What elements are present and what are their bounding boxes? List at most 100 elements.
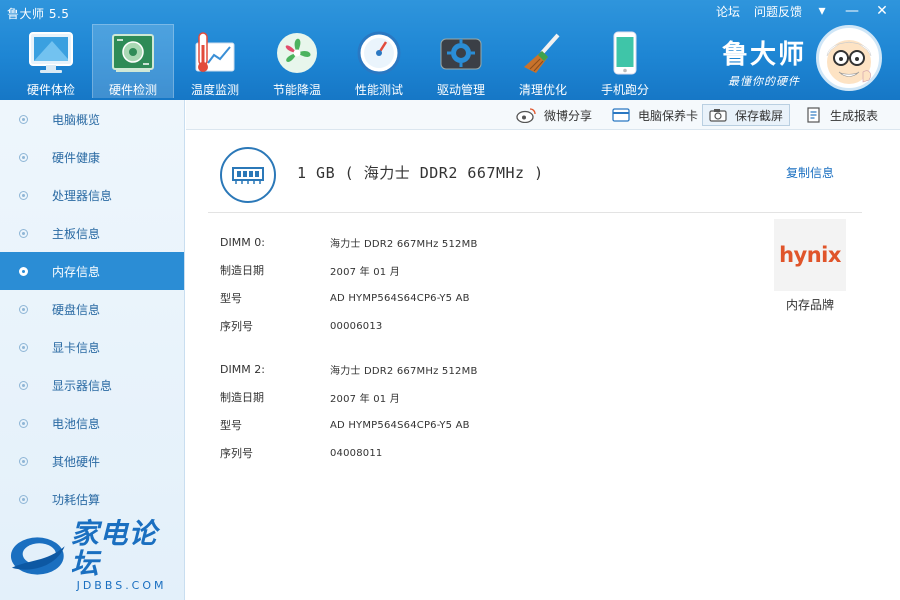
generate-report-label: 生成报表 <box>830 108 879 123</box>
sidebar-item-pc-overview[interactable]: 电脑概览 <box>0 100 184 138</box>
tool-label: 节能降温 <box>272 83 321 97</box>
tool-label: 驱动管理 <box>436 83 485 97</box>
menu-dropdown-button[interactable]: ▾ <box>814 3 830 19</box>
minimize-button[interactable]: — <box>844 3 860 19</box>
watermark-logo: 家电论坛 JDBBS.COM <box>8 519 184 592</box>
forum-link[interactable]: 论坛 <box>716 3 740 20</box>
sidebar-item-cpu[interactable]: 处理器信息 <box>0 176 184 214</box>
module-serial-row: 序列号 04008011 <box>220 445 383 461</box>
sidebar-item-disk[interactable]: 硬盘信息 <box>0 290 184 328</box>
module-serial-row: 序列号 00006013 <box>220 318 383 334</box>
watermark-title: 家电论坛 <box>70 517 158 580</box>
field-value: 海力士 DDR2 667MHz 512MB <box>330 365 478 377</box>
sidebar-item-label: 功耗估算 <box>52 492 101 507</box>
sidebar-item-label: 显示器信息 <box>52 378 113 393</box>
tool-hardware-checkup[interactable]: 硬件体检 <box>10 24 92 98</box>
field-label: 序列号 <box>220 320 253 333</box>
gear-icon <box>436 28 486 77</box>
tool-label: 硬件体检 <box>26 83 75 97</box>
sidebar-item-power-estimate[interactable]: 功耗估算 <box>0 480 184 518</box>
sidebar-item-label: 显卡信息 <box>52 340 101 355</box>
module-model-row: 型号 AD HYMP564S64CP6-Y5 AB <box>220 417 470 433</box>
window-controls: ▾ — ✕ <box>814 3 890 19</box>
hynix-logo: hynix <box>779 243 841 267</box>
field-value: 04008011 <box>330 447 383 459</box>
tool-label: 清理优化 <box>518 83 567 97</box>
tool-phone-benchmark[interactable]: 手机跑分 <box>584 24 666 98</box>
sidebar-item-monitor[interactable]: 显示器信息 <box>0 366 184 404</box>
module-date-row: 制造日期 2007 年 01 月 <box>220 389 400 405</box>
sidebar-item-other-hardware[interactable]: 其他硬件 <box>0 442 184 480</box>
bullet-icon <box>19 228 28 238</box>
bullet-icon <box>19 266 28 276</box>
field-value: AD HYMP564S64CP6-Y5 AB <box>330 292 470 304</box>
bullet-icon <box>19 342 28 352</box>
module-dimm-row: DIMM 2: 海力士 DDR2 667MHz 512MB <box>220 361 478 377</box>
bullet-icon <box>19 418 28 428</box>
brand-slogan: 最懂你的硬件 <box>727 75 800 88</box>
weibo-share-button[interactable]: 微博分享 <box>510 104 598 126</box>
field-value: 2007 年 01 月 <box>330 393 400 405</box>
sidebar-item-label: 电脑概览 <box>52 112 101 127</box>
save-screenshot-button[interactable]: 保存截屏 <box>702 104 791 126</box>
action-toolbar: 微博分享 电脑保养卡 保存截屏 生成报表 <box>186 100 900 130</box>
sidebar: 电脑概览 硬件健康 处理器信息 主板信息 内存信息 硬盘信息 显卡信息 显示器信… <box>0 100 185 600</box>
field-value: 00006013 <box>330 320 383 332</box>
field-label: DIMM 0: <box>220 235 265 249</box>
sidebar-item-graphics[interactable]: 显卡信息 <box>0 328 184 366</box>
field-label: 制造日期 <box>220 391 264 404</box>
field-label: 制造日期 <box>220 264 264 277</box>
field-label: 序列号 <box>220 447 253 460</box>
tool-driver-manage[interactable]: 驱动管理 <box>420 24 502 98</box>
camera-icon <box>709 109 727 122</box>
save-screenshot-label: 保存截屏 <box>735 108 784 123</box>
tool-energy-saving[interactable]: 节能降温 <box>256 24 338 98</box>
thermometer-icon <box>190 28 240 77</box>
feedback-link[interactable]: 问题反馈 <box>754 3 802 20</box>
field-value: 海力士 DDR2 667MHz 512MB <box>330 238 478 250</box>
phone-icon <box>600 28 650 77</box>
weibo-icon <box>516 108 536 123</box>
bullet-icon <box>19 190 28 200</box>
module-date-row: 制造日期 2007 年 01 月 <box>220 262 400 278</box>
mascot-avatar <box>816 25 882 91</box>
warranty-card-button[interactable]: 电脑保养卡 <box>606 104 704 126</box>
copy-info-link[interactable]: 复制信息 <box>786 164 834 181</box>
tool-temperature[interactable]: 温度监测 <box>174 24 256 98</box>
tool-clean-optimize[interactable]: 清理优化 <box>502 24 584 98</box>
card-icon <box>612 108 630 122</box>
bullet-icon <box>19 304 28 314</box>
field-value: 2007 年 01 月 <box>330 266 400 278</box>
sidebar-item-hardware-health[interactable]: 硬件健康 <box>0 138 184 176</box>
generate-report-button[interactable]: 生成报表 <box>800 104 884 126</box>
sidebar-item-label: 硬盘信息 <box>52 302 101 317</box>
field-label: 型号 <box>220 419 242 432</box>
sidebar-item-label: 处理器信息 <box>52 188 113 203</box>
memory-info-panel: 1 GB ( 海力士 DDR2 667MHz ) 复制信息 DIMM 0: 海力… <box>186 131 900 600</box>
swoosh-logo-icon <box>10 536 65 575</box>
warranty-card-label: 电脑保养卡 <box>638 108 699 123</box>
bullet-icon <box>19 494 28 504</box>
sidebar-item-label: 电池信息 <box>52 416 101 431</box>
divider <box>208 212 862 213</box>
sidebar-item-motherboard[interactable]: 主板信息 <box>0 214 184 252</box>
field-label: 型号 <box>220 292 242 305</box>
bullet-icon <box>19 152 28 162</box>
main-toolbar: 硬件体检 硬件检测 温度监测 节能降温 性能测试 驱动管理 清理优化 手机跑分 <box>10 24 666 98</box>
tool-hardware-detect[interactable]: 硬件检测 <box>92 24 174 98</box>
sidebar-item-label: 硬件健康 <box>52 150 101 165</box>
sidebar-item-memory[interactable]: 内存信息 <box>0 252 184 290</box>
memory-brand-caption: 内存品牌 <box>785 298 834 312</box>
tool-label: 手机跑分 <box>600 83 649 97</box>
monitor-icon <box>26 28 76 77</box>
field-label: DIMM 2: <box>220 362 265 376</box>
memory-brand-logo: hynix <box>774 219 846 291</box>
tool-performance-test[interactable]: 性能测试 <box>338 24 420 98</box>
close-button[interactable]: ✕ <box>874 3 890 19</box>
tool-label: 性能测试 <box>354 83 403 97</box>
broom-icon <box>518 28 568 77</box>
memory-chip-icon <box>220 147 276 203</box>
speedometer-icon <box>354 28 404 77</box>
brand-block: 鲁大师 最懂你的硬件 <box>722 34 806 89</box>
sidebar-item-battery[interactable]: 电池信息 <box>0 404 184 442</box>
